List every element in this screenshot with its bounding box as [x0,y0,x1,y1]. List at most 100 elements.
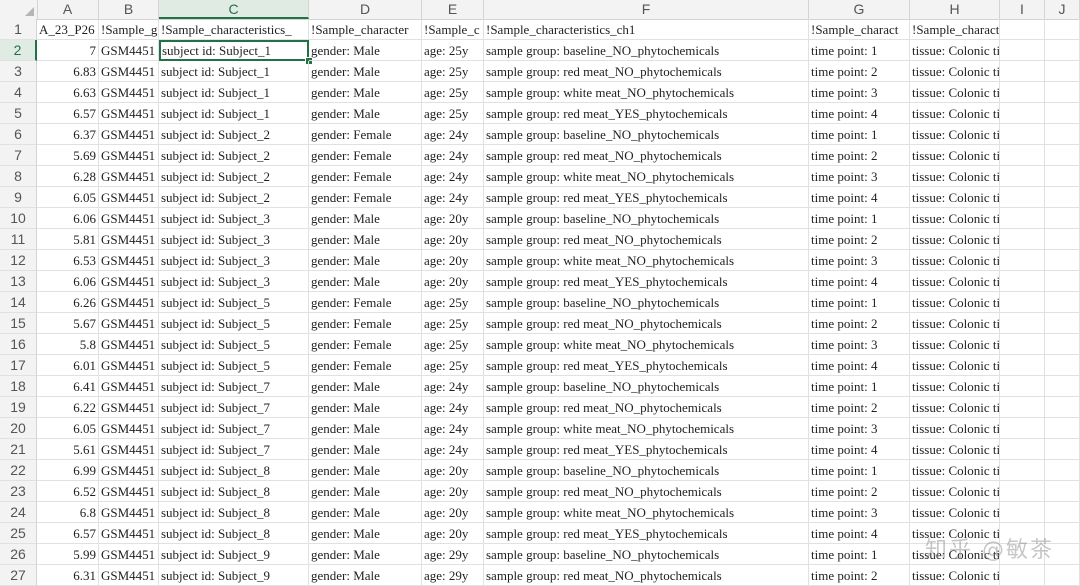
row-header-12[interactable]: 12 [0,250,37,271]
table-cell[interactable] [1045,502,1080,523]
table-cell[interactable]: gender: Male [309,271,422,292]
table-cell[interactable]: tissue: Colonic tissue [910,397,1000,418]
table-cell[interactable]: GSM4451 [99,334,159,355]
row-header-23[interactable]: 23 [0,481,37,502]
row-header-2[interactable]: 2 [0,40,37,61]
table-cell[interactable]: sample group: white meat_NO_phytochemica… [484,418,809,439]
row-header-14[interactable]: 14 [0,292,37,313]
table-cell[interactable]: sample group: white meat_NO_phytochemica… [484,82,809,103]
row-header-11[interactable]: 11 [0,229,37,250]
table-cell[interactable]: sample group: red meat_YES_phytochemical… [484,187,809,208]
table-cell[interactable] [1000,250,1045,271]
table-cell[interactable]: GSM4451 [99,40,159,61]
table-cell[interactable]: subject id: Subject_8 [159,460,309,481]
table-cell[interactable]: tissue: Colonic tissue [910,124,1000,145]
table-cell[interactable] [1045,334,1080,355]
table-cell[interactable]: sample group: baseline_NO_phytochemicals [484,292,809,313]
table-cell[interactable]: subject id: Subject_1 [159,103,309,124]
table-cell[interactable] [1045,61,1080,82]
table-cell[interactable] [1045,355,1080,376]
table-cell[interactable] [1000,565,1045,586]
table-cell[interactable]: 5.8 [37,334,99,355]
table-cell[interactable]: 6.05 [37,418,99,439]
row-header-6[interactable]: 6 [0,124,37,145]
table-cell[interactable]: subject id: Subject_7 [159,439,309,460]
column-header-g[interactable]: G [809,0,910,19]
table-cell[interactable] [1000,82,1045,103]
table-cell[interactable] [1000,523,1045,544]
table-cell[interactable]: sample group: baseline_NO_phytochemicals [484,124,809,145]
table-cell[interactable] [1000,334,1045,355]
table-cell[interactable]: subject id: Subject_9 [159,544,309,565]
table-cell[interactable]: time point: 4 [809,439,910,460]
table-cell[interactable]: tissue: Colonic tissue [910,355,1000,376]
table-cell[interactable] [1045,229,1080,250]
table-cell[interactable] [1000,544,1045,565]
table-cell[interactable]: age: 20y [422,271,484,292]
table-cell[interactable]: tissue: Colonic tissue [910,334,1000,355]
table-cell[interactable]: sample group: red meat_YES_phytochemical… [484,103,809,124]
header-cell-d[interactable]: !Sample_character [309,19,422,40]
table-cell[interactable]: 5.67 [37,313,99,334]
table-cell[interactable]: subject id: Subject_9 [159,565,309,586]
table-cell[interactable]: gender: Male [309,544,422,565]
table-cell[interactable]: time point: 1 [809,292,910,313]
table-cell[interactable]: 5.99 [37,544,99,565]
table-cell[interactable]: subject id: Subject_7 [159,397,309,418]
table-cell[interactable]: time point: 4 [809,523,910,544]
table-cell[interactable]: 6.05 [37,187,99,208]
table-cell[interactable]: gender: Female [309,124,422,145]
table-cell[interactable] [1045,103,1080,124]
table-cell[interactable]: sample group: red meat_NO_phytochemicals [484,565,809,586]
row-header-18[interactable]: 18 [0,376,37,397]
select-all-corner[interactable] [0,0,38,19]
table-cell[interactable]: age: 20y [422,523,484,544]
table-cell[interactable] [1000,166,1045,187]
table-cell[interactable]: sample group: red meat_NO_phytochemicals [484,481,809,502]
table-cell[interactable]: 6.99 [37,460,99,481]
table-cell[interactable]: tissue: Colonic tissue [910,481,1000,502]
table-cell[interactable] [1045,397,1080,418]
table-cell[interactable]: gender: Male [309,208,422,229]
table-cell[interactable]: gender: Male [309,397,422,418]
table-cell[interactable]: sample group: red meat_YES_phytochemical… [484,439,809,460]
table-cell[interactable]: sample group: red meat_NO_phytochemicals [484,145,809,166]
table-cell[interactable] [1045,418,1080,439]
table-cell[interactable]: subject id: Subject_3 [159,229,309,250]
table-cell[interactable]: subject id: Subject_2 [159,145,309,166]
table-cell[interactable]: 6.63 [37,82,99,103]
table-cell[interactable]: age: 24y [422,397,484,418]
table-cell[interactable]: gender: Female [309,145,422,166]
table-cell[interactable]: time point: 4 [809,355,910,376]
header-cell-e[interactable]: !Sample_c [422,19,484,40]
table-cell[interactable] [1000,271,1045,292]
table-cell[interactable]: gender: Male [309,103,422,124]
table-cell[interactable]: time point: 3 [809,502,910,523]
table-cell[interactable]: 6.57 [37,523,99,544]
table-cell[interactable]: sample group: white meat_NO_phytochemica… [484,334,809,355]
table-cell[interactable]: GSM4451 [99,187,159,208]
table-cell[interactable] [1045,271,1080,292]
row-header-1[interactable]: 1 [0,19,37,40]
table-cell[interactable]: 5.61 [37,439,99,460]
table-cell[interactable]: time point: 2 [809,229,910,250]
table-cell[interactable]: time point: 1 [809,208,910,229]
table-cell[interactable]: subject id: Subject_2 [159,124,309,145]
table-cell[interactable]: subject id: Subject_3 [159,250,309,271]
table-cell[interactable] [1045,460,1080,481]
table-cell[interactable] [1000,187,1045,208]
table-cell[interactable]: age: 24y [422,124,484,145]
table-cell[interactable]: age: 25y [422,82,484,103]
table-cell[interactable]: GSM4451 [99,355,159,376]
table-cell[interactable] [1045,187,1080,208]
table-cell[interactable]: gender: Male [309,229,422,250]
table-cell[interactable]: subject id: Subject_8 [159,502,309,523]
table-cell[interactable]: GSM4451 [99,61,159,82]
column-header-e[interactable]: E [422,0,484,19]
row-header-22[interactable]: 22 [0,460,37,481]
table-cell[interactable]: 6.41 [37,376,99,397]
table-cell[interactable]: GSM4451 [99,250,159,271]
table-cell[interactable] [1045,439,1080,460]
table-cell[interactable]: gender: Male [309,460,422,481]
table-cell[interactable]: subject id: Subject_5 [159,355,309,376]
